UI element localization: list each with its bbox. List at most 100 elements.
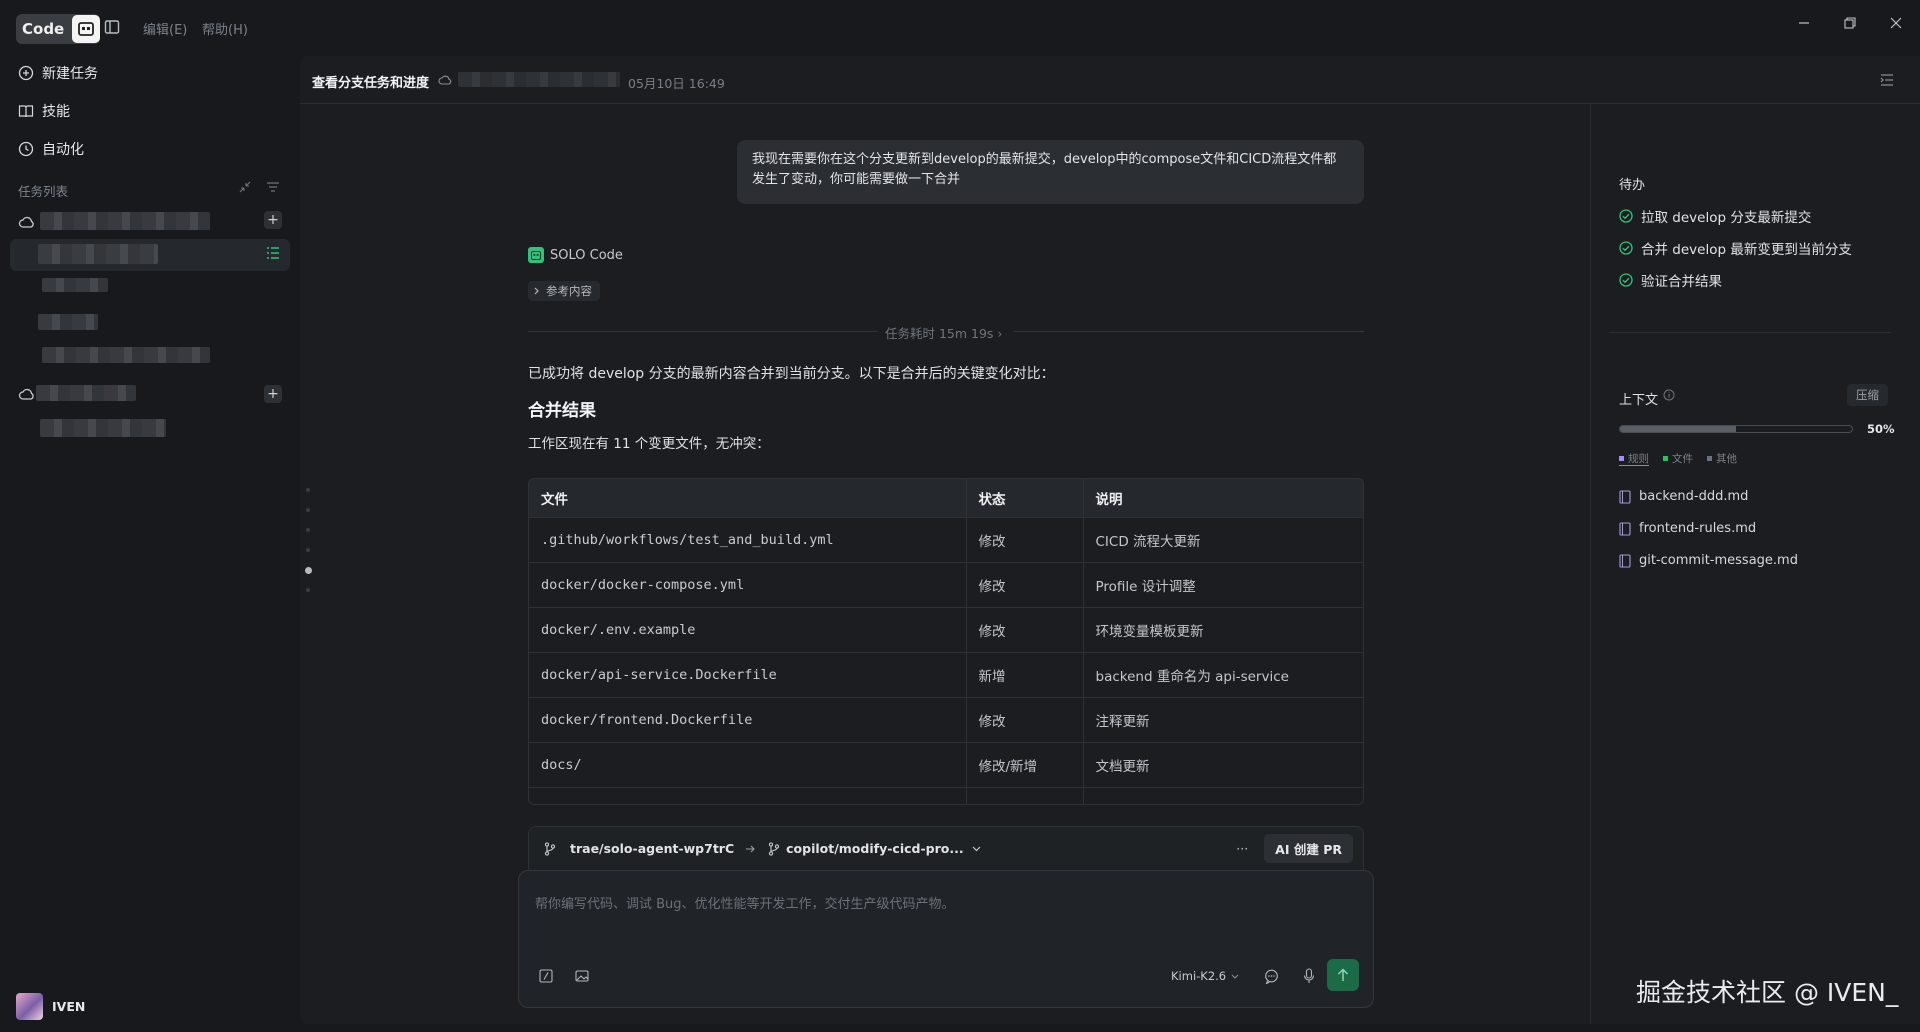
legend-label: 规则 bbox=[1628, 453, 1649, 465]
redacted-task-name[interactable] bbox=[38, 314, 98, 330]
table-header: 说明 bbox=[1083, 479, 1363, 518]
image-icon[interactable] bbox=[575, 969, 589, 983]
agent-header: SOLO Code bbox=[528, 247, 623, 263]
file-icon bbox=[1619, 489, 1631, 504]
nav-dot[interactable] bbox=[306, 548, 310, 552]
panel-toggle-icon[interactable] bbox=[1880, 73, 1894, 87]
code-mode-label[interactable]: Code bbox=[22, 20, 64, 38]
restore-icon[interactable] bbox=[1844, 17, 1856, 29]
nav-dot[interactable] bbox=[306, 508, 310, 512]
model-selector[interactable]: Kimi-K2.6 bbox=[1171, 969, 1239, 983]
todo-item: 合并 develop 最新变更到当前分支 bbox=[1619, 238, 1852, 258]
sidebar-item-label: 自动化 bbox=[42, 142, 84, 158]
more-options-button[interactable]: ··· bbox=[1236, 841, 1248, 856]
table-cell: 环境变量模板更新 bbox=[1083, 607, 1363, 653]
reference-toggle[interactable]: 参考内容 bbox=[528, 281, 600, 301]
microphone-icon[interactable] bbox=[1303, 968, 1315, 984]
context-file[interactable]: git-commit-message.md bbox=[1619, 553, 1798, 568]
nav-dot[interactable] bbox=[306, 588, 310, 592]
task-list-label: 任务列表 bbox=[18, 184, 69, 199]
redacted-task-name[interactable] bbox=[42, 347, 210, 363]
legend-item: 规则 bbox=[1619, 451, 1649, 466]
info-icon[interactable] bbox=[1663, 389, 1675, 401]
legend-item: 文件 bbox=[1663, 451, 1693, 466]
main-panel: 查看分支任务和进度 05月10日 16:49 我现在需要你在这个分支更新到dev… bbox=[300, 56, 1920, 1024]
page-title: 查看分支任务和进度 bbox=[312, 76, 430, 91]
table-header: 状态 bbox=[966, 479, 1084, 518]
filter-icon[interactable] bbox=[266, 180, 280, 194]
nav-dot-active[interactable] bbox=[305, 567, 312, 574]
composer: 帮你编写代码、调试 Bug、优化性能等开发工作，交付生产级代码产物。 Kimi-… bbox=[518, 870, 1374, 1008]
arrow-right-icon bbox=[746, 845, 755, 852]
agent-name: SOLO Code bbox=[550, 247, 623, 263]
redacted-task-name[interactable] bbox=[38, 244, 158, 264]
redacted-project-name[interactable] bbox=[40, 212, 210, 230]
collapse-icon[interactable] bbox=[238, 180, 252, 194]
new-task-icon bbox=[18, 65, 34, 81]
send-button[interactable] bbox=[1327, 959, 1359, 991]
table-cell: backend 重命名为 api-service bbox=[1083, 652, 1363, 698]
context-percent: 50% bbox=[1867, 422, 1895, 436]
context-file[interactable]: frontend-rules.md bbox=[1619, 521, 1756, 536]
chevron-down-icon[interactable] bbox=[972, 846, 981, 852]
menu-edit[interactable]: 编辑(E) bbox=[143, 19, 187, 38]
clock-icon bbox=[18, 141, 34, 157]
user-message: 我现在需要你在这个分支更新到develop的最新提交，develop中的comp… bbox=[737, 140, 1364, 204]
redacted-task-name[interactable] bbox=[40, 419, 166, 437]
table-cell: docker/frontend.Dockerfile bbox=[529, 697, 967, 743]
menu-help[interactable]: 帮助(H) bbox=[202, 19, 248, 38]
redacted-project-name[interactable] bbox=[36, 385, 136, 401]
table-row: .github/workflows/test_and_build.yml 修改 CI… bbox=[529, 517, 1363, 563]
source-branch[interactable]: trae/solo-agent-wp7trC bbox=[570, 841, 734, 856]
slash-command-icon[interactable] bbox=[539, 969, 553, 983]
redacted-task-name[interactable] bbox=[42, 278, 108, 292]
todo-label: 拉取 develop 分支最新提交 bbox=[1641, 210, 1812, 226]
compress-button[interactable]: 压缩 bbox=[1847, 384, 1888, 406]
todo-title: 待办 bbox=[1619, 178, 1646, 193]
nav-dot[interactable] bbox=[306, 528, 310, 532]
task-duration-label: 任务耗时 15m 19s bbox=[885, 326, 994, 341]
legend-item: 其他 bbox=[1707, 451, 1737, 466]
sidebar-item-label: 新建任务 bbox=[42, 66, 98, 82]
ai-create-pr-button[interactable]: AI 创建 PR bbox=[1264, 834, 1353, 863]
user-name: IVEN bbox=[52, 999, 86, 1014]
legend-active-underline bbox=[1619, 465, 1649, 466]
prompt-input[interactable]: 帮你编写代码、调试 Bug、优化性能等开发工作，交付生产级代码产物。 bbox=[535, 893, 955, 912]
toggle-sidebar-icon[interactable] bbox=[104, 19, 120, 35]
add-task-button[interactable]: + bbox=[264, 385, 282, 403]
sidebar-item-skills[interactable]: 技能 bbox=[18, 101, 70, 121]
minimize-icon[interactable] bbox=[1798, 17, 1810, 29]
app-mode-switch[interactable]: Code bbox=[16, 14, 101, 44]
avatar[interactable] bbox=[16, 993, 43, 1020]
watermark: 掘金技术社区 @ IVEN_ bbox=[1636, 978, 1899, 1007]
redacted-branch-info bbox=[458, 72, 620, 87]
chat-mode-icon[interactable] bbox=[1264, 969, 1279, 984]
timestamp: 05月10日 16:49 bbox=[628, 76, 725, 91]
file-name: git-commit-message.md bbox=[1639, 553, 1798, 568]
reference-label: 参考内容 bbox=[546, 284, 592, 298]
sidebar-item-new-task[interactable]: 新建任务 bbox=[18, 63, 98, 83]
table-cell: 修改 bbox=[966, 607, 1084, 653]
file-name: backend-ddd.md bbox=[1639, 489, 1749, 504]
cloud-icon bbox=[18, 387, 36, 401]
branch-bar: trae/solo-agent-wp7trC copilot/modify-ci… bbox=[528, 826, 1364, 870]
context-title: 上下文 bbox=[1619, 393, 1659, 408]
table-row: docker/api-service.Dockerfile 新增 backend 重… bbox=[529, 652, 1363, 698]
solo-mode-icon[interactable] bbox=[72, 15, 101, 43]
sidebar-item-automation[interactable]: 自动化 bbox=[18, 139, 84, 159]
context-file[interactable]: backend-ddd.md bbox=[1619, 489, 1748, 504]
nav-dot[interactable] bbox=[306, 488, 310, 492]
table-cell: CICD 流程大更新 bbox=[1083, 517, 1363, 563]
todo-item: 拉取 develop 分支最新提交 bbox=[1619, 206, 1811, 226]
legend-swatch bbox=[1663, 456, 1668, 461]
table-cell: 修改 bbox=[966, 562, 1084, 608]
table-cell: docker/.env.example bbox=[529, 607, 967, 653]
add-task-button[interactable]: + bbox=[264, 211, 282, 229]
arrow-up-icon bbox=[1337, 968, 1349, 981]
task-duration[interactable]: 任务耗时 15m 19s › bbox=[885, 323, 1002, 342]
legend-label: 文件 bbox=[1672, 453, 1693, 465]
close-icon[interactable] bbox=[1890, 17, 1902, 29]
table-row: src/backend/.env.example修改后端环境变量示例 bbox=[529, 787, 1363, 804]
target-branch[interactable]: copilot/modify-cicd-pro... bbox=[786, 841, 963, 856]
summary-text: 已成功将 develop 分支的最新内容合并到当前分支。以下是合并后的关键变化对… bbox=[528, 366, 1055, 382]
